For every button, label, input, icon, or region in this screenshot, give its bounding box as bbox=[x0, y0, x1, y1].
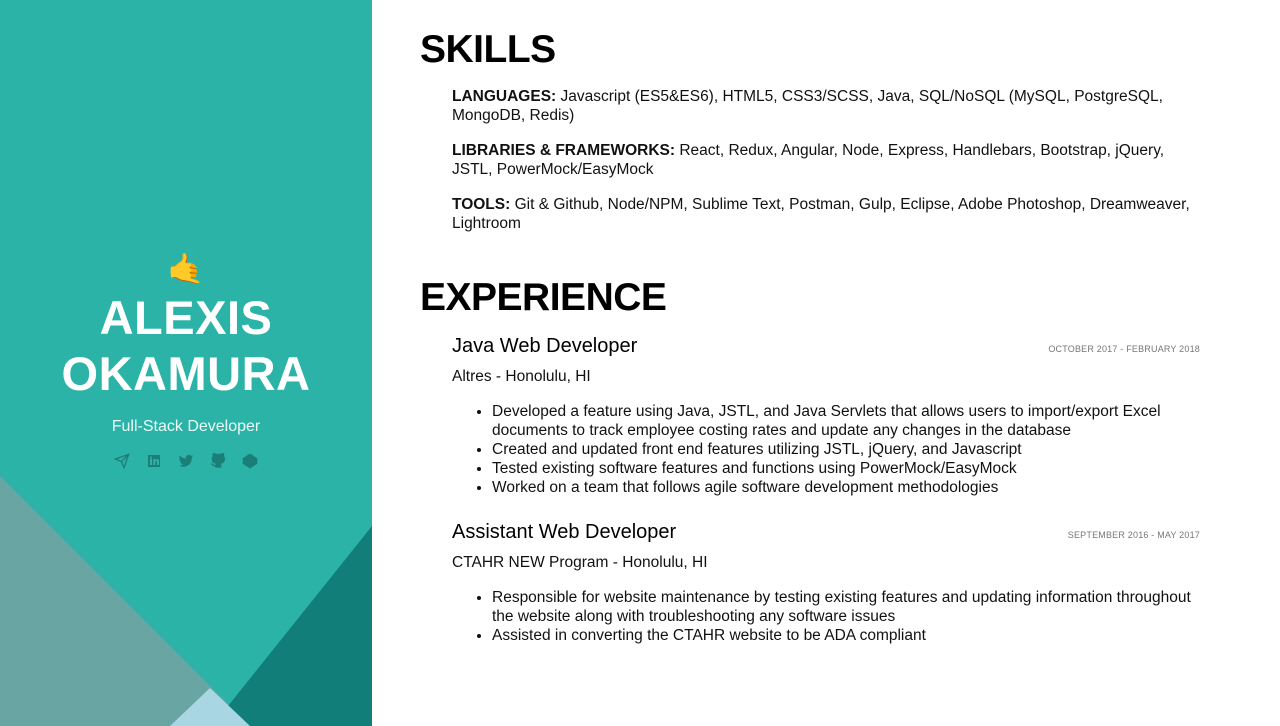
skill-label: LIBRARIES & FRAMEWORKS: bbox=[452, 142, 676, 159]
skills-list: LANGUAGES: Javascript (ES5&ES6), HTML5, … bbox=[452, 87, 1200, 249]
skill-label: LANGUAGES: bbox=[452, 88, 557, 105]
skills-heading: SKILLS bbox=[420, 28, 556, 71]
skill-languages: LANGUAGES: Javascript (ES5&ES6), HTML5, … bbox=[452, 87, 1200, 125]
resume-page: 🤙 ALEXIS OKAMURA Full-Stack Developer SK… bbox=[0, 0, 1280, 726]
codepen-icon[interactable] bbox=[241, 452, 259, 470]
job-title: Assistant Web Developer bbox=[452, 521, 677, 543]
job-header: Assistant Web Developer SEPTEMBER 2016 -… bbox=[452, 521, 1200, 544]
list-item: Responsible for website maintenance by t… bbox=[492, 588, 1200, 626]
twitter-icon[interactable] bbox=[177, 452, 195, 470]
last-name: OKAMURA bbox=[61, 347, 311, 400]
github-icon[interactable] bbox=[209, 452, 227, 470]
job-date: OCTOBER 2017 - FEBRUARY 2018 bbox=[1048, 344, 1200, 354]
experience-heading: EXPERIENCE bbox=[420, 276, 667, 319]
social-links bbox=[0, 452, 372, 470]
job-date: SEPTEMBER 2016 - MAY 2017 bbox=[1067, 530, 1200, 540]
skill-libraries: LIBRARIES & FRAMEWORKS: React, Redux, An… bbox=[452, 141, 1200, 179]
first-name: ALEXIS bbox=[99, 291, 273, 344]
deco-dark-triangle bbox=[212, 526, 372, 726]
sidebar: 🤙 ALEXIS OKAMURA Full-Stack Developer bbox=[0, 0, 372, 726]
job-company: Altres - Honolulu, HI bbox=[452, 368, 591, 385]
list-item: Assisted in converting the CTAHR website… bbox=[492, 626, 1200, 645]
job-company: CTAHR NEW Program - Honolulu, HI bbox=[452, 554, 708, 571]
skill-tools: TOOLS: Git & Github, Node/NPM, Sublime T… bbox=[452, 195, 1200, 233]
job-role: Full-Stack Developer bbox=[111, 418, 261, 435]
job-bullets: Responsible for website maintenance by t… bbox=[452, 588, 1200, 645]
job-entry-assistant-web-developer: Assistant Web Developer SEPTEMBER 2016 -… bbox=[452, 521, 1200, 645]
job-title: Java Web Developer bbox=[452, 335, 638, 357]
skill-text: Git & Github, Node/NPM, Sublime Text, Po… bbox=[452, 196, 1190, 232]
job-header: Java Web Developer OCTOBER 2017 - FEBRUA… bbox=[452, 335, 1200, 358]
profile: 🤙 ALEXIS OKAMURA Full-Stack Developer bbox=[0, 252, 372, 470]
skill-label: TOOLS: bbox=[452, 196, 511, 213]
job-entry-java-web-developer: Java Web Developer OCTOBER 2017 - FEBRUA… bbox=[452, 335, 1200, 497]
list-item: Worked on a team that follows agile soft… bbox=[492, 478, 1200, 497]
job-bullets: Developed a feature using Java, JSTL, an… bbox=[452, 402, 1200, 497]
list-item: Developed a feature using Java, JSTL, an… bbox=[492, 402, 1200, 440]
deco-gray-triangle bbox=[0, 476, 250, 726]
call-me-hand-emoji: 🤙 bbox=[167, 253, 205, 286]
list-item: Created and updated front end features u… bbox=[492, 440, 1200, 459]
linkedin-icon[interactable] bbox=[145, 452, 163, 470]
skill-text: Javascript (ES5&ES6), HTML5, CSS3/SCSS, … bbox=[452, 88, 1163, 124]
list-item: Tested existing software features and fu… bbox=[492, 459, 1200, 478]
telegram-icon[interactable] bbox=[113, 452, 131, 470]
